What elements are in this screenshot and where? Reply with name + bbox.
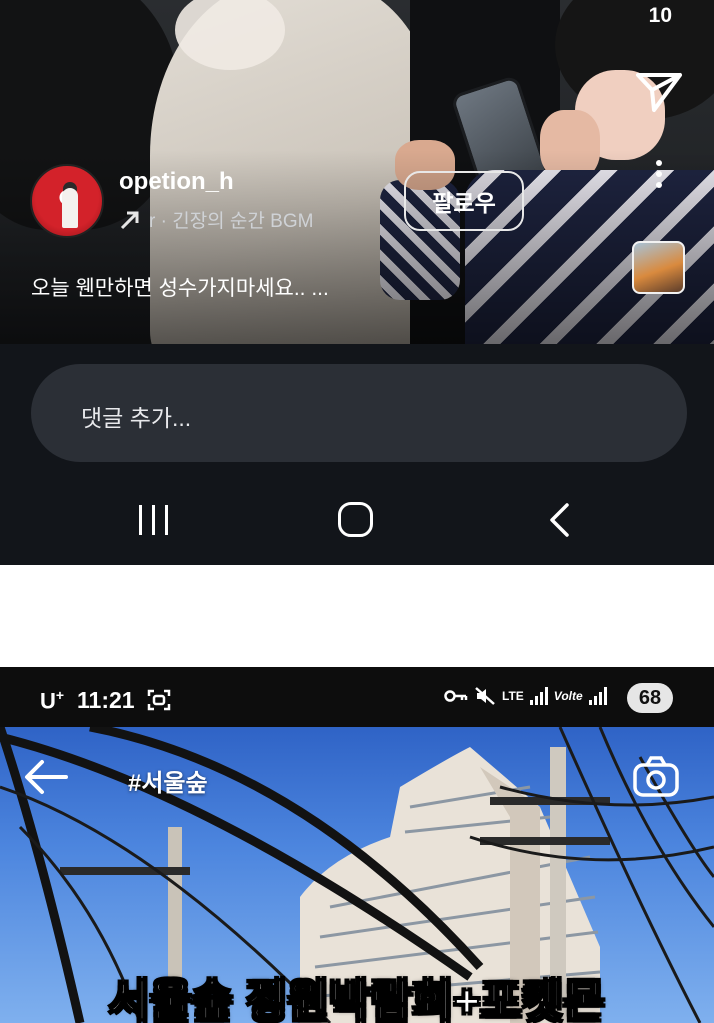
mute-icon [475,687,495,705]
more-vert-icon[interactable] [649,160,669,196]
network-type: LTE [502,688,524,703]
volte-label: Volte [553,688,583,703]
title-banner: 서울숲 정원박람회+포켓몬 [108,976,606,1023]
hashtag[interactable]: #서울숲 [128,763,208,798]
reel-count: 10 [648,4,672,27]
signal-icon [588,687,607,705]
music-info[interactable]: r · 긴장의 순간 BGM [119,206,379,233]
system-navbar [0,470,714,565]
username[interactable]: opetion_h [119,168,234,196]
screenshot-icon [147,689,171,711]
clock: 11:21 [77,687,135,713]
comment-placeholder: 댓글 추가... [81,405,192,431]
send-icon[interactable] [630,66,686,118]
status-bar: U+ 11:21 LTE Volte 68 [0,667,714,727]
music-text: r · 긴장의 순간 BGM [149,211,314,232]
post-image[interactable]: #서울숲 서울숲 정원박람회+포켓몬 [0,727,714,1023]
post-screen: U+ 11:21 LTE Volte 68 #서울숲 서울숲 정원박람회+포켓몬 [0,667,714,1023]
reel-screen: 10 opetion_h r · 긴장의 순간 BGM 팔로우 오늘 웬만하면 … [0,0,714,565]
battery-level: 68 [627,683,673,713]
caption[interactable]: 오늘 웬만하면 성수가지마세요.. ... [31,272,329,302]
key-icon [444,690,468,702]
audio-thumbnail[interactable] [632,241,685,294]
avatar[interactable] [30,164,104,238]
arrow-up-right-icon [120,211,139,229]
back-icon[interactable] [545,502,575,538]
follow-button[interactable]: 팔로우 [404,171,524,231]
back-arrow-icon[interactable] [22,757,70,797]
carrier: U+ [40,687,65,714]
recents-icon[interactable] [137,505,171,535]
comment-input[interactable]: 댓글 추가... [31,364,687,462]
camera-icon[interactable] [632,755,680,799]
signal-icon [529,687,548,705]
home-icon[interactable] [338,502,373,537]
